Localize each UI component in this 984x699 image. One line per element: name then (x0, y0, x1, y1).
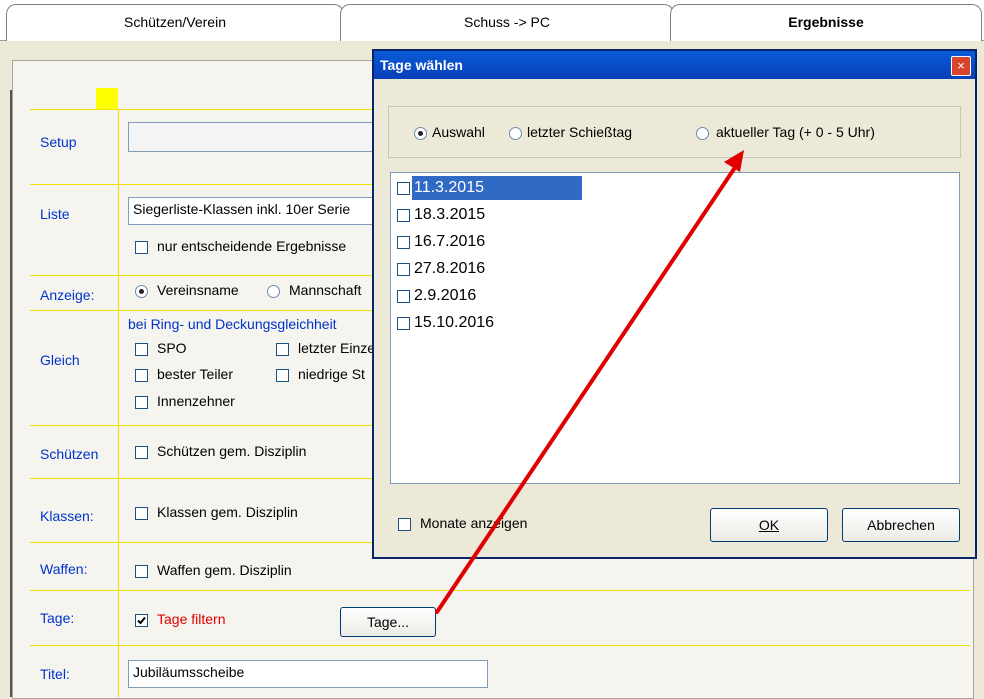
annotation-arrow (435, 150, 744, 614)
arrow-line (435, 161, 740, 614)
